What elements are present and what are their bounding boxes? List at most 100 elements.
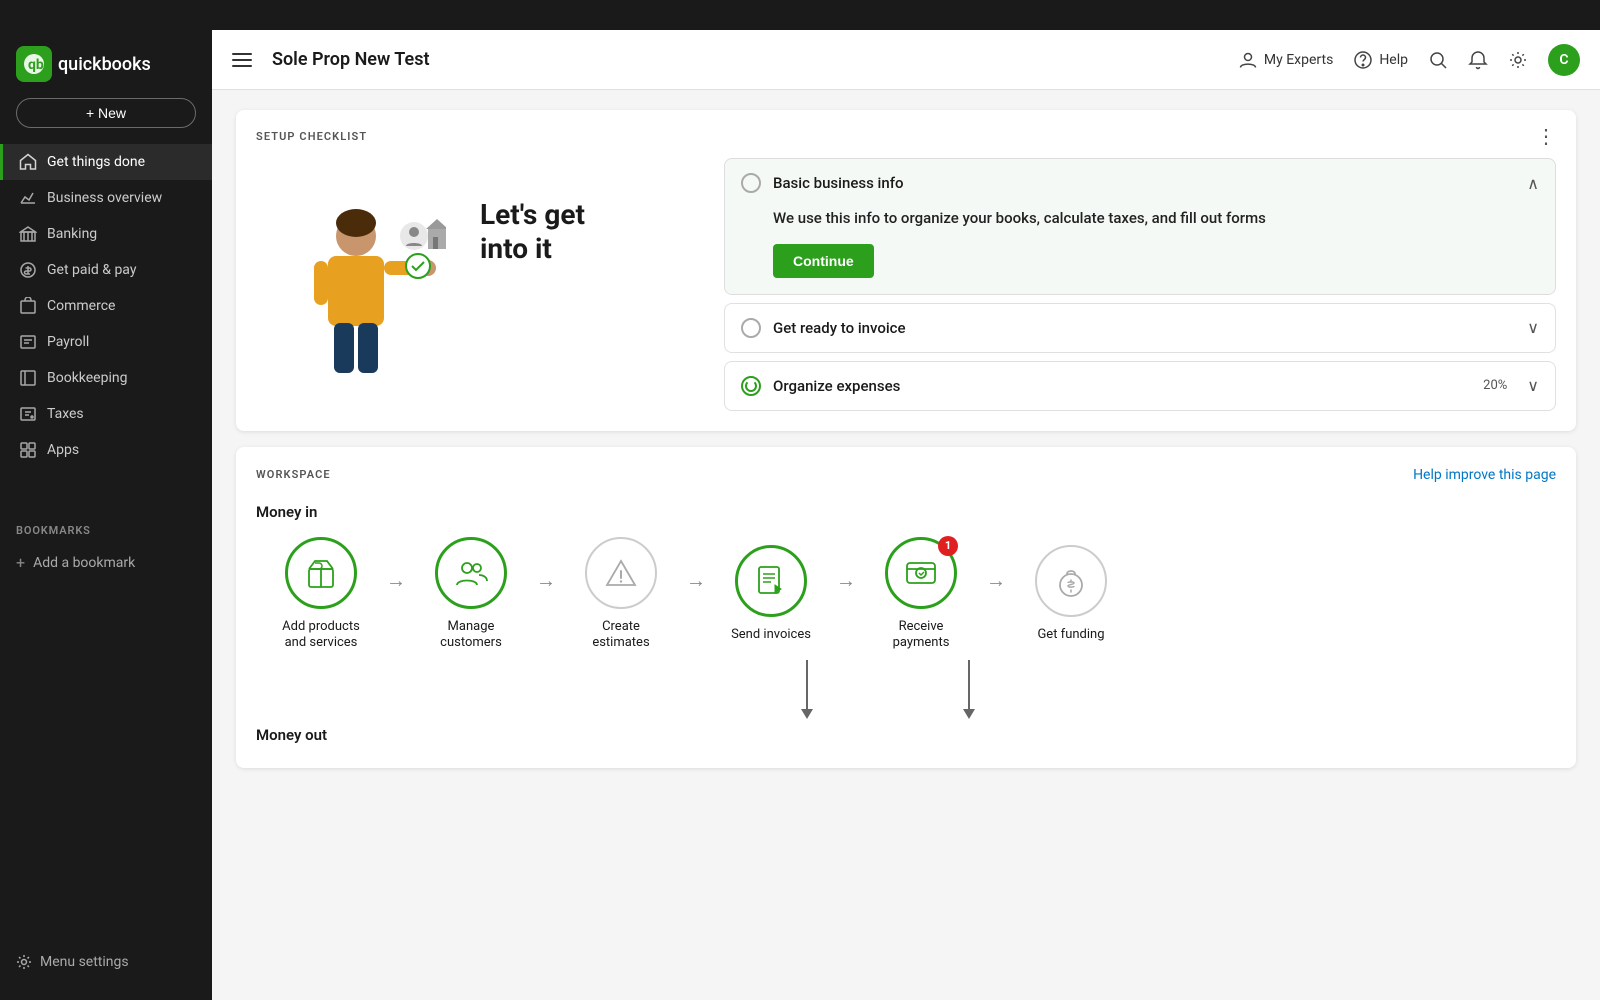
new-button-label: + New — [86, 105, 126, 121]
sidebar-item-label: Get things done — [47, 154, 145, 170]
menu-settings-label: Menu settings — [40, 954, 129, 970]
sidebar-item-get-things-done[interactable]: Get things done — [0, 144, 212, 180]
workspace-section: WORKSPACE Help improve this page Money i… — [236, 447, 1576, 769]
sidebar-logo: qb quickbooks — [0, 30, 212, 98]
settings-button[interactable] — [1508, 50, 1528, 70]
create-estimates-button[interactable] — [585, 537, 657, 609]
tax-icon — [19, 405, 37, 423]
search-button[interactable] — [1428, 50, 1448, 70]
header-actions: My Experts Help — [1238, 44, 1580, 76]
home-icon — [19, 153, 37, 171]
sidebar-item-label: Banking — [47, 226, 97, 242]
arrow-4: → — [836, 568, 856, 593]
sidebar: qb quickbooks + New Get things done — [0, 30, 212, 1000]
hamburger-line-2 — [232, 59, 252, 61]
expenses-progress: 20% — [1483, 378, 1507, 393]
checklist-item-title-basic-info: Basic business info — [773, 174, 1515, 192]
sidebar-item-label: Bookkeeping — [47, 370, 127, 386]
sidebar-item-taxes[interactable]: Taxes — [0, 396, 212, 432]
chevron-down-icon-2: ∨ — [1527, 376, 1539, 395]
checklist-item-expenses: Organize expenses 20% ∨ — [724, 361, 1556, 411]
sidebar-item-payroll[interactable]: Payroll — [0, 324, 212, 360]
payment-icon — [903, 555, 939, 591]
sidebar-item-label: Payroll — [47, 334, 89, 350]
page-body: SETUP CHECKLIST ⋮ — [212, 90, 1600, 1000]
invoice-icon — [753, 563, 789, 599]
my-experts-button[interactable]: My Experts — [1238, 50, 1333, 70]
create-estimates-label: Createestimates — [592, 619, 649, 653]
manage-customers-button[interactable] — [435, 537, 507, 609]
sidebar-item-apps[interactable]: Apps — [0, 432, 212, 468]
send-invoices-button[interactable] — [735, 545, 807, 617]
setup-illustration — [256, 158, 456, 411]
commerce-icon — [19, 297, 37, 315]
settings-gear-icon — [16, 954, 32, 970]
arrow-5: → — [986, 568, 1006, 593]
workflow-item-create-estimates: Createestimates — [556, 537, 686, 653]
setup-checklist-card: SETUP CHECKLIST ⋮ — [236, 110, 1576, 431]
sidebar-item-get-paid-pay[interactable]: Get paid & pay — [0, 252, 212, 288]
checklist-item-basic-info-content: We use this info to organize your books,… — [725, 207, 1555, 294]
checklist-radio-basic-info — [741, 173, 761, 193]
workflow-item-add-products: Add productsand services — [256, 537, 386, 653]
checklist-item-invoice-header[interactable]: Get ready to invoice ∨ — [725, 304, 1555, 352]
checklist-item-title-invoice: Get ready to invoice — [773, 319, 1515, 337]
sidebar-item-commerce[interactable]: Commerce — [0, 288, 212, 324]
notifications-button[interactable] — [1468, 50, 1488, 70]
add-products-button[interactable] — [285, 537, 357, 609]
help-improve-link[interactable]: Help improve this page — [1413, 467, 1556, 483]
qb-logo-text: quickbooks — [58, 54, 151, 75]
add-bookmark-button[interactable]: + Add a bookmark — [0, 545, 212, 580]
plus-icon: + — [16, 553, 25, 572]
arrow-2: → — [536, 568, 556, 593]
user-avatar[interactable]: C — [1548, 44, 1580, 76]
sidebar-item-bookkeeping[interactable]: Bookkeeping — [0, 360, 212, 396]
checklist-radio-invoice — [741, 318, 761, 338]
setup-card-header: SETUP CHECKLIST ⋮ — [236, 110, 1576, 158]
sidebar-item-label: Get paid & pay — [47, 262, 136, 278]
chevron-up-icon: ∧ — [1527, 174, 1539, 193]
receive-payments-button[interactable]: 1 — [885, 537, 957, 609]
payroll-icon — [19, 333, 37, 351]
hamburger-menu[interactable] — [232, 48, 256, 72]
apps-icon — [19, 441, 37, 459]
arrow-1: → — [386, 568, 406, 593]
header: Sole Prop New Test My Experts Help — [212, 30, 1600, 90]
person-icon — [1238, 50, 1258, 70]
setup-checklist-label: SETUP CHECKLIST — [256, 130, 367, 143]
checklist-item-basic-info-header[interactable]: Basic business info ∧ — [725, 159, 1555, 207]
bell-icon — [1468, 50, 1488, 70]
page-title: Sole Prop New Test — [272, 49, 1222, 70]
sidebar-item-business-overview[interactable]: Business overview — [0, 180, 212, 216]
menu-settings-button[interactable]: Menu settings — [0, 944, 212, 980]
arrow-3: → — [686, 568, 706, 593]
box-icon — [303, 555, 339, 591]
get-funding-label: Get funding — [1037, 627, 1104, 644]
get-funding-button[interactable] — [1035, 545, 1107, 617]
new-button[interactable]: + New — [16, 98, 196, 128]
continue-button[interactable]: Continue — [773, 244, 874, 278]
workspace-label: WORKSPACE — [256, 468, 331, 481]
send-invoices-pointer — [806, 660, 808, 710]
setup-title: Let's get into it — [480, 178, 720, 265]
more-options-button[interactable]: ⋮ — [1536, 126, 1556, 146]
dollar-icon — [19, 261, 37, 279]
money-in-label: Money in — [256, 503, 1556, 521]
sidebar-item-label: Taxes — [47, 406, 84, 422]
top-bar — [0, 0, 1600, 30]
workflow-item-send-invoices: Send invoices — [706, 545, 836, 644]
manage-customers-label: Managecustomers — [440, 619, 502, 653]
bookmarks-label: BOOKMARKS — [0, 508, 212, 545]
search-icon — [1428, 50, 1448, 70]
help-button[interactable]: Help — [1353, 50, 1408, 70]
sidebar-item-banking[interactable]: Banking — [0, 216, 212, 252]
checklist-item-expenses-header[interactable]: Organize expenses 20% ∨ — [725, 362, 1555, 410]
checklist-item-title-expenses: Organize expenses — [773, 377, 1471, 395]
sidebar-item-label: Business overview — [47, 190, 162, 206]
hamburger-line-3 — [232, 65, 252, 67]
setup-card-body: Let's get into it Basic business info ∧ — [236, 158, 1576, 431]
warning-icon — [603, 555, 639, 591]
checklist-radio-expenses — [741, 376, 761, 396]
sidebar-item-label: Apps — [47, 442, 79, 458]
checklist-item-basic-info: Basic business info ∧ We use this info t… — [724, 158, 1556, 295]
